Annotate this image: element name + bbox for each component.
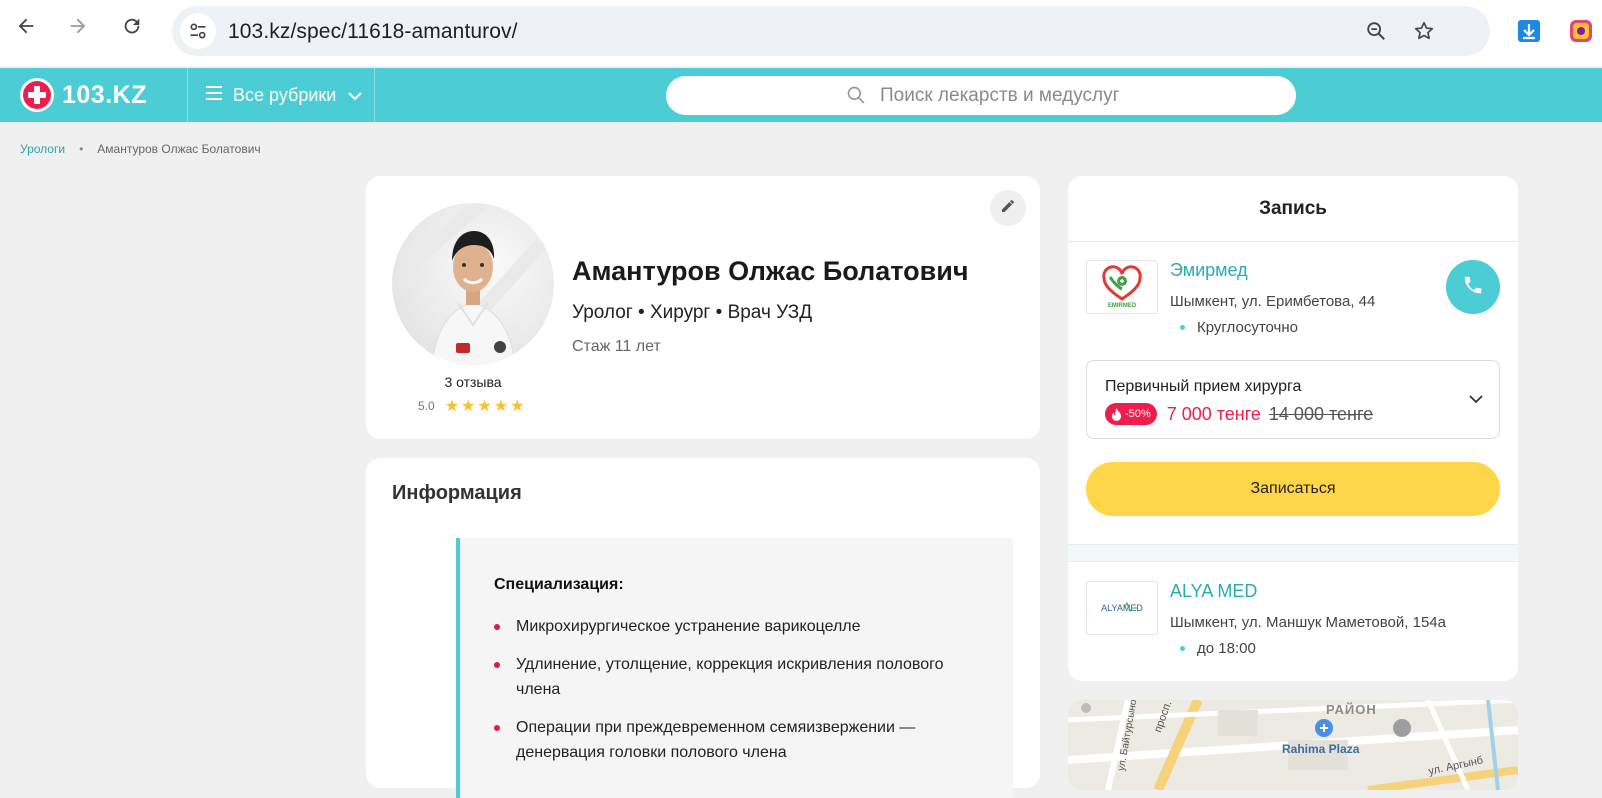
- rubrics-label: Все рубрики: [233, 84, 337, 105]
- url-text[interactable]: 103.kz/spec/11618-amanturov/: [228, 20, 518, 44]
- search-bar[interactable]: [666, 76, 1296, 115]
- clinic-hours: Круглосуточно: [1180, 319, 1298, 336]
- price-old: 14 000 тенге: [1268, 403, 1374, 424]
- booking-title: Запись: [1068, 176, 1518, 242]
- all-rubrics-menu[interactable]: Все рубрики: [205, 82, 363, 108]
- reload-button[interactable]: [120, 14, 144, 38]
- clinic-hours-text: до 18:00: [1197, 640, 1256, 657]
- edit-button[interactable]: [990, 190, 1026, 226]
- price-new: 7 000 тенге: [1166, 403, 1261, 424]
- back-button[interactable]: [14, 14, 38, 38]
- clinic-map[interactable]: РАЙОН Rahima Plaza просп. Б ул. Байтурсы…: [1068, 700, 1518, 790]
- status-dot-icon: [1180, 646, 1185, 651]
- rating: 5.0 ★★★★★: [418, 396, 526, 416]
- list-item: Операции при преждевременном семяизверже…: [494, 715, 977, 765]
- call-button[interactable]: [1446, 260, 1500, 314]
- doctor-experience: Стаж 11 лет: [572, 338, 661, 355]
- chevron-down-icon: [1469, 391, 1483, 409]
- bookmark-star-icon[interactable]: [1412, 19, 1436, 43]
- clinic-address: Шымкент, ул. Маншук Маметовой, 154а: [1170, 614, 1446, 631]
- rating-value: 5.0: [418, 399, 435, 413]
- discount-badge: -50%: [1105, 403, 1157, 425]
- clinic-address: Шымкент, ул. Еримбетова, 44: [1170, 293, 1376, 310]
- map-label-district: РАЙОН: [1326, 702, 1377, 717]
- clinic-logo-emirmed[interactable]: EMIRMED: [1086, 260, 1158, 314]
- status-dot-icon: [1180, 325, 1185, 330]
- search-icon: [846, 85, 866, 110]
- fire-icon: [1111, 407, 1122, 421]
- svg-text:EMIRMED: EMIRMED: [1108, 303, 1137, 309]
- header-divider: [374, 68, 375, 122]
- book-appointment-button[interactable]: Записаться: [1086, 462, 1500, 516]
- doctor-profile-card: 3 отзыва 5.0 ★★★★★ Амантуров Олжас Болат…: [366, 176, 1040, 439]
- pencil-icon: [1000, 198, 1016, 219]
- address-bar[interactable]: 103.kz/spec/11618-amanturov/: [172, 6, 1490, 56]
- menu-icon: [205, 85, 223, 106]
- map-label-rahima-plaza: Rahima Plaza: [1282, 742, 1360, 756]
- phone-icon: [1462, 274, 1484, 301]
- clinic-name[interactable]: ALYA MED: [1170, 581, 1257, 602]
- site-info-icon[interactable]: [180, 13, 216, 49]
- service-name: Первичный прием хирурга: [1105, 378, 1302, 395]
- service-select[interactable]: Первичный прием хирурга -50% 7 000 тенге…: [1086, 360, 1500, 439]
- clinic-logo-alyamed[interactable]: ALYAMED: [1086, 581, 1158, 635]
- logo-text: 103.KZ: [62, 80, 147, 109]
- list-item: Удлинение, утолщение, коррекция искривле…: [494, 652, 977, 702]
- breadcrumb-separator: •: [79, 142, 84, 156]
- header-divider: [187, 68, 188, 122]
- clinic-hours-text: Круглосуточно: [1197, 319, 1298, 336]
- doctor-name: Амантуров Олжас Болатович: [572, 256, 969, 286]
- discount-text: -50%: [1125, 408, 1151, 420]
- clinic-hours: до 18:00: [1180, 640, 1256, 657]
- information-card: Информация Специализация: Микрохирургиче…: [366, 458, 1040, 798]
- forward-button[interactable]: [66, 14, 90, 38]
- service-prices: -50% 7 000 тенге 14 000 тенге: [1105, 403, 1373, 425]
- doctor-specialties: Уролог • Хирург • Врач УЗД: [572, 302, 813, 323]
- download-icon[interactable]: [1516, 18, 1542, 44]
- breadcrumb-current: Амантуров Олжас Болатович: [97, 142, 261, 156]
- specialization-box: Специализация: Микрохирургическое устран…: [456, 538, 1013, 798]
- info-title: Информация: [392, 482, 522, 504]
- breadcrumb: Урологи • Амантуров Олжас Болатович: [20, 142, 261, 156]
- doctor-photo[interactable]: [392, 203, 554, 365]
- specialization-list: Микрохирургическое устранение варикоцелл…: [494, 614, 977, 765]
- clinic-divider: [1068, 544, 1518, 562]
- list-item: Микрохирургическое устранение варикоцелл…: [494, 614, 977, 639]
- browser-toolbar: 103.kz/spec/11618-amanturov/: [0, 0, 1602, 66]
- search-input[interactable]: [880, 84, 1280, 107]
- site-header: 103.KZ Все рубрики: [0, 68, 1602, 122]
- reviews-count[interactable]: 3 отзыва: [392, 374, 554, 390]
- breadcrumb-link-urologists[interactable]: Урологи: [20, 142, 65, 156]
- clinic-name[interactable]: Эмирмед: [1170, 260, 1248, 281]
- rating-stars-icon: ★★★★★: [444, 398, 527, 415]
- site-logo[interactable]: 103.KZ: [20, 77, 147, 113]
- red-cross-logo-icon: [20, 78, 54, 112]
- zoom-icon[interactable]: [1364, 19, 1388, 43]
- chevron-down-icon: [348, 85, 363, 106]
- clinic-emirmed: EMIRMED Эмирмед Шымкент, ул. Еримбетова,…: [1086, 260, 1500, 350]
- booking-card: Запись EMIRMED Эмирмед Шымкент, ул. Ерим…: [1068, 176, 1518, 681]
- specialization-title: Специализация:: [494, 576, 624, 593]
- extension-icon[interactable]: [1568, 18, 1594, 44]
- clinic-alyamed: ALYAMED ALYA MED Шымкент, ул. Маншук Мам…: [1086, 581, 1500, 671]
